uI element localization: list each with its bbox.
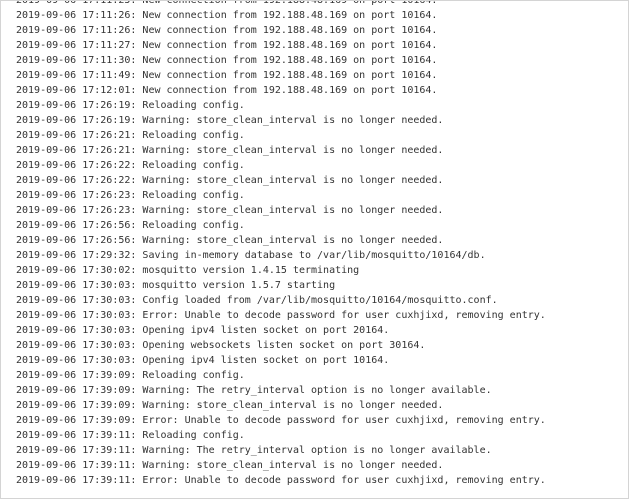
log-line: 2019-09-06 17:11:26: New connection from… (16, 10, 438, 21)
log-line: 2019-09-06 17:39:09: Warning: The retry_… (16, 385, 492, 396)
log-line: 2019-09-06 17:26:23: Warning: store_clea… (16, 205, 444, 216)
log-line: 2019-09-06 17:26:19: Warning: store_clea… (16, 115, 444, 126)
log-line: 2019-09-06 17:11:27: New connection from… (16, 40, 438, 51)
log-line: 2019-09-06 17:30:03: Config loaded from … (16, 295, 498, 306)
log-line: 2019-09-06 17:39:11: Error: Unable to de… (16, 475, 546, 486)
log-line: 2019-09-06 17:30:02: mosquitto version 1… (16, 265, 360, 276)
log-lines: 2019-09-06 17:11:25: New connection from… (16, 0, 546, 488)
log-line: 2019-09-06 17:26:56: Warning: store_clea… (16, 235, 444, 246)
log-line: 2019-09-06 17:26:22: Reloading config. (16, 160, 245, 171)
log-line: 2019-09-06 17:30:03: Opening ipv4 listen… (16, 325, 390, 336)
log-line: 2019-09-06 17:11:49: New connection from… (16, 70, 438, 81)
log-line: 2019-09-06 17:39:11: Warning: The retry_… (16, 445, 492, 456)
log-line: 2019-09-06 17:39:09: Error: Unable to de… (16, 415, 546, 426)
log-line: 2019-09-06 17:26:21: Reloading config. (16, 130, 245, 141)
log-line: 2019-09-06 17:30:03: Opening ipv4 listen… (16, 355, 390, 366)
log-line: 2019-09-06 17:11:26: New connection from… (16, 25, 438, 36)
log-line: 2019-09-06 17:30:03: mosquitto version 1… (16, 280, 336, 291)
log-line: 2019-09-06 17:39:11: Warning: store_clea… (16, 460, 444, 471)
log-output-panel[interactable]: 2019-09-06 17:11:25: New connection from… (0, 0, 629, 499)
log-line: 2019-09-06 17:26:21: Warning: store_clea… (16, 145, 444, 156)
log-line: 2019-09-06 17:11:25: New connection from… (16, 0, 438, 6)
log-line: 2019-09-06 17:26:23: Reloading config. (16, 190, 245, 201)
log-line: 2019-09-06 17:39:09: Warning: store_clea… (16, 400, 444, 411)
log-line: 2019-09-06 17:26:22: Warning: store_clea… (16, 175, 444, 186)
log-line: 2019-09-06 17:29:32: Saving in-memory da… (16, 250, 486, 261)
log-line: 2019-09-06 17:26:19: Reloading config. (16, 100, 245, 111)
log-line: 2019-09-06 17:39:11: Reloading config. (16, 430, 245, 441)
log-line: 2019-09-06 17:39:09: Reloading config. (16, 370, 245, 381)
log-line: 2019-09-06 17:30:03: Error: Unable to de… (16, 310, 546, 321)
log-line: 2019-09-06 17:26:56: Reloading config. (16, 220, 245, 231)
log-line: 2019-09-06 17:30:03: Opening websockets … (16, 340, 426, 351)
log-line: 2019-09-06 17:12:01: New connection from… (16, 85, 438, 96)
log-line: 2019-09-06 17:11:30: New connection from… (16, 55, 438, 66)
